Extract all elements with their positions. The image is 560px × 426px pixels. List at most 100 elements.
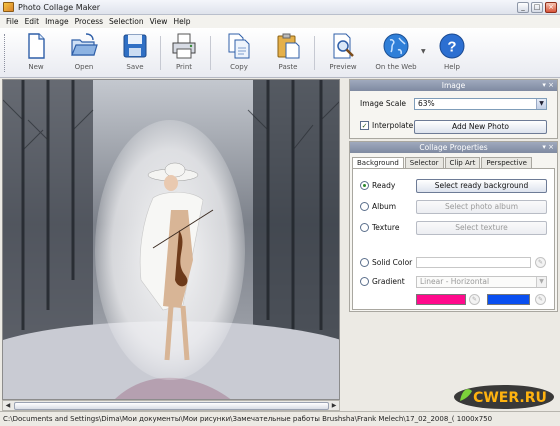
image-panel: Image ▾ × Image Scale 63% ▼ ✓ Interpolat…: [349, 79, 558, 139]
image-scale-label: Image Scale: [360, 99, 407, 108]
new-label: New: [28, 63, 44, 71]
panel-buttons[interactable]: ▾ ×: [542, 80, 554, 91]
album-radio[interactable]: [360, 202, 369, 211]
help-button[interactable]: ? Help: [430, 31, 474, 75]
gradient-radio[interactable]: [360, 277, 369, 286]
open-label: Open: [74, 63, 94, 71]
solid-color-swatch[interactable]: [416, 257, 531, 268]
panel-buttons[interactable]: ▾ ×: [542, 142, 554, 153]
interpolate-checkbox[interactable]: ✓: [360, 121, 369, 130]
image-scale-value: 63%: [418, 99, 435, 108]
album-label: Album: [372, 202, 397, 211]
help-label: Help: [444, 63, 460, 71]
new-document-icon: [28, 33, 45, 59]
on-the-web-button[interactable]: On the Web: [372, 31, 420, 75]
globe-icon: [383, 33, 409, 59]
collage-image: [3, 80, 339, 399]
add-new-photo-button[interactable]: Add New Photo: [414, 120, 547, 134]
option-texture[interactable]: Texture: [360, 223, 399, 232]
preview-button[interactable]: Preview: [321, 31, 365, 75]
collage-canvas[interactable]: [2, 79, 340, 400]
scroll-left-icon[interactable]: ◀: [3, 401, 13, 410]
paste-button[interactable]: Paste: [266, 31, 310, 75]
eyedropper-icon[interactable]: ✎: [535, 294, 546, 305]
maximize-button[interactable]: □: [531, 2, 543, 13]
menu-help[interactable]: Help: [170, 17, 193, 26]
paste-icon: [277, 33, 300, 59]
select-texture-button[interactable]: Select texture: [416, 221, 547, 235]
collage-tabs: Background Selector Clip Art Perspective: [352, 157, 533, 169]
copy-button[interactable]: Copy: [217, 31, 261, 75]
interpolate-row[interactable]: ✓ Interpolate: [360, 121, 413, 130]
ready-radio[interactable]: [360, 181, 369, 190]
app-icon: [3, 2, 14, 12]
minimize-button[interactable]: _: [517, 2, 529, 13]
menu-view[interactable]: View: [147, 17, 171, 26]
eyedropper-icon[interactable]: ✎: [469, 294, 480, 305]
select-ready-background-button[interactable]: Select ready background: [416, 179, 547, 193]
tab-selector[interactable]: Selector: [404, 157, 444, 168]
preview-icon: [333, 33, 354, 59]
option-solid-color[interactable]: Solid Color: [360, 258, 412, 267]
select-photo-album-button[interactable]: Select photo album: [416, 200, 547, 214]
open-folder-icon: [71, 33, 98, 56]
menu-selection[interactable]: Selection: [106, 17, 147, 26]
copy-label: Copy: [230, 63, 248, 71]
texture-label: Texture: [372, 223, 400, 232]
new-button[interactable]: New: [14, 31, 58, 75]
gradient-type-value: Linear - Horizontal: [420, 277, 490, 286]
menu-edit[interactable]: Edit: [22, 17, 43, 26]
scrollbar-thumb[interactable]: [13, 401, 330, 410]
window-controls: _ □ ×: [517, 2, 557, 13]
on-the-web-label: On the Web: [375, 63, 417, 71]
close-button[interactable]: ×: [545, 2, 557, 13]
gradient-type-select[interactable]: Linear - Horizontal ▼: [416, 276, 547, 288]
svg-text:?: ?: [447, 39, 456, 56]
solid-color-label: Solid Color: [372, 258, 413, 267]
horizontal-scrollbar[interactable]: ◀ ▶: [2, 400, 340, 411]
menu-image[interactable]: Image: [42, 17, 72, 26]
image-scale-row: Image Scale: [360, 99, 406, 108]
tab-clip-art[interactable]: Clip Art: [444, 157, 481, 168]
solid-color-radio[interactable]: [360, 258, 369, 267]
save-disk-icon: [123, 34, 147, 58]
cwer-watermark-logo: CWER.RU: [454, 385, 554, 409]
help-icon: ?: [439, 33, 465, 59]
print-label: Print: [175, 63, 193, 71]
toolbar-separator: [314, 36, 315, 70]
image-panel-title: Image: [441, 81, 466, 90]
chevron-down-icon[interactable]: ▼: [536, 99, 546, 109]
window-title: Photo Collage Maker: [18, 2, 101, 12]
eyedropper-icon[interactable]: ✎: [535, 257, 546, 268]
title-bar: Photo Collage Maker _ □ ×: [0, 0, 560, 15]
toolbar: New Open Save Print Copy Paste Preview O…: [0, 28, 560, 78]
toolbar-separator: [210, 36, 211, 70]
copy-icon: [228, 33, 250, 59]
chevron-down-icon[interactable]: ▼: [536, 277, 546, 287]
option-ready[interactable]: Ready: [360, 181, 395, 190]
collage-panel-header: Collage Properties ▾ ×: [350, 142, 557, 153]
paste-label: Paste: [278, 63, 298, 71]
status-bar: C:\Documents and Settings\Dima\Мои докум…: [0, 411, 560, 426]
toolbar-grip[interactable]: [4, 34, 7, 72]
ready-label: Ready: [372, 181, 396, 190]
option-album[interactable]: Album: [360, 202, 396, 211]
menu-file[interactable]: File: [3, 17, 22, 26]
interpolate-label: Interpolate: [372, 121, 414, 130]
collage-panel-title: Collage Properties: [419, 143, 488, 152]
tab-perspective[interactable]: Perspective: [481, 157, 532, 168]
dropdown-arrow-icon[interactable]: ▼: [421, 48, 426, 55]
open-button[interactable]: Open: [62, 31, 106, 75]
print-button[interactable]: Print: [162, 31, 206, 75]
gradient-color-1-swatch[interactable]: [416, 294, 466, 305]
gradient-color-2-swatch[interactable]: [487, 294, 530, 305]
save-button[interactable]: Save: [113, 31, 157, 75]
option-gradient[interactable]: Gradient: [360, 277, 405, 286]
image-scale-select[interactable]: 63% ▼: [414, 98, 547, 110]
collage-properties-panel: Collage Properties ▾ × Background Select…: [349, 141, 558, 312]
menu-bar: File Edit Image Process Selection View H…: [0, 15, 560, 28]
scroll-right-icon[interactable]: ▶: [329, 401, 339, 410]
menu-process[interactable]: Process: [72, 17, 106, 26]
printer-icon: [172, 33, 196, 59]
texture-radio[interactable]: [360, 223, 369, 232]
